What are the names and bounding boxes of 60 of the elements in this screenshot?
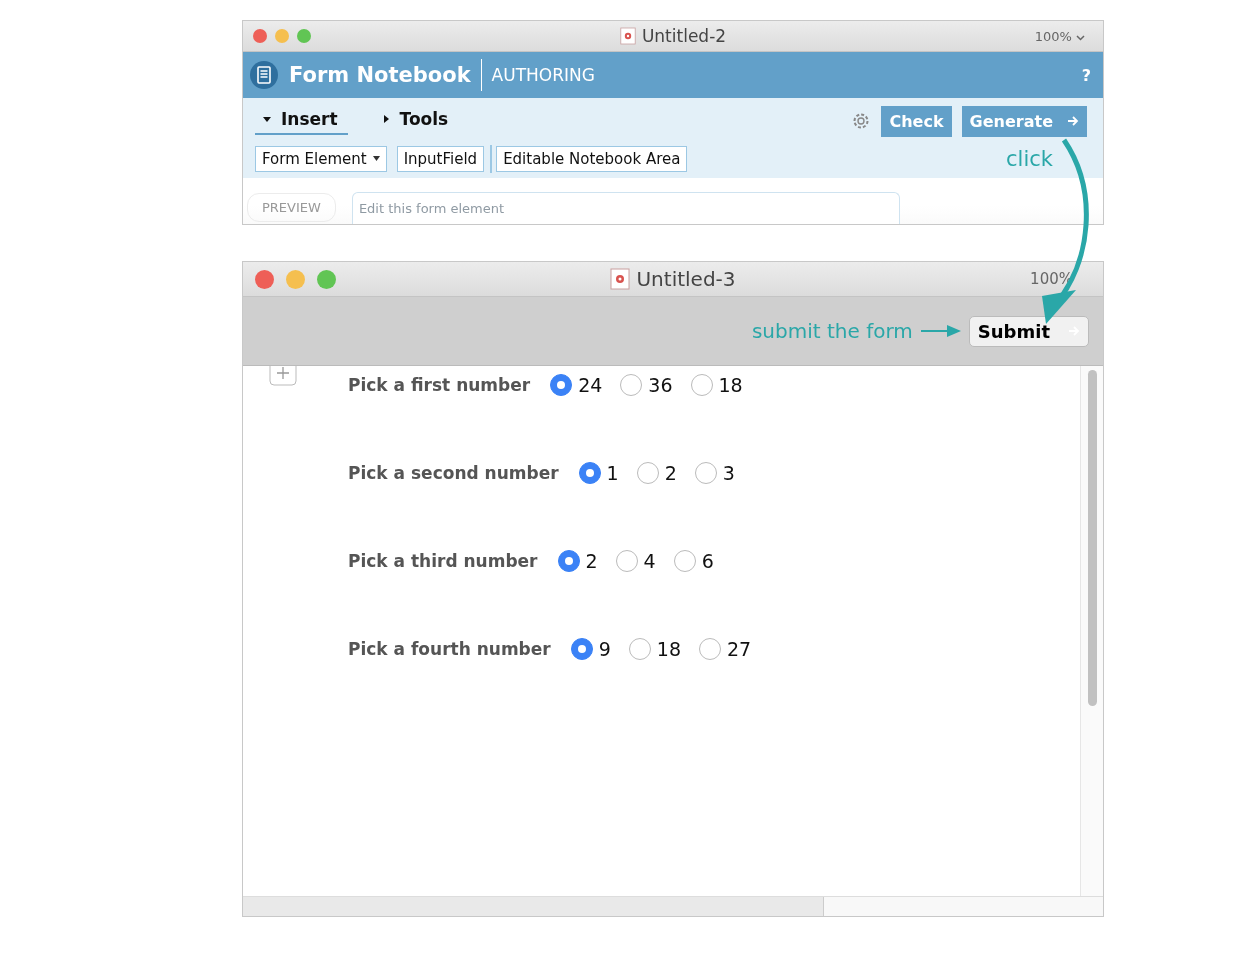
- tab[interactable]: Insert: [255, 107, 348, 135]
- scrollbar-thumb[interactable]: [1087, 370, 1097, 706]
- radio-option[interactable]: 2: [636, 462, 677, 484]
- document-icon: [619, 27, 636, 45]
- question-label: Pick a first number: [348, 375, 531, 395]
- radio-button[interactable]: [578, 462, 601, 484]
- minimize-button[interactable]: [286, 269, 305, 289]
- minimize-button[interactable]: [275, 29, 289, 43]
- app-name: Form Notebook: [289, 63, 471, 87]
- question-label: Pick a fourth number: [348, 639, 551, 659]
- notebook-icon: [249, 60, 279, 90]
- tab[interactable]: Tools: [373, 107, 459, 135]
- insert-button[interactable]: InputField: [396, 146, 485, 172]
- mode-label: AUTHORING: [491, 65, 595, 85]
- caret-icon: [372, 156, 380, 162]
- radio-button[interactable]: [694, 462, 717, 484]
- insert-button[interactable]: Editable Notebook Area: [496, 146, 688, 172]
- zoom-button[interactable]: [317, 269, 336, 289]
- document-icon: [610, 268, 631, 290]
- radio-option[interactable]: 36: [620, 374, 673, 396]
- radio-button[interactable]: [699, 638, 721, 660]
- element-dropdown[interactable]: Form Element: [255, 146, 387, 172]
- radio-button[interactable]: [557, 550, 580, 572]
- close-button[interactable]: [253, 29, 267, 43]
- radio-option[interactable]: 3: [694, 462, 735, 484]
- radio-button[interactable]: [550, 374, 573, 396]
- window-title: Untitled-2: [641, 26, 727, 46]
- submit-button[interactable]: Submit: [968, 315, 1089, 347]
- radio-button[interactable]: [636, 462, 659, 484]
- chevron-icon: [1076, 34, 1085, 41]
- radio-option[interactable]: 2: [557, 550, 598, 572]
- zoom-menu[interactable]: 100%: [1034, 28, 1085, 44]
- radio-button[interactable]: [628, 638, 651, 660]
- radio-option[interactable]: 27: [699, 638, 752, 660]
- radio-button[interactable]: [673, 550, 696, 572]
- close-button[interactable]: [255, 269, 274, 289]
- radio-option[interactable]: 1: [578, 462, 619, 484]
- radio-button[interactable]: [690, 374, 713, 396]
- scrollbar-thumb[interactable]: [243, 897, 824, 916]
- arrow-icon: [1067, 116, 1079, 126]
- radio-option[interactable]: 4: [615, 550, 656, 572]
- window-title: Untitled-3: [636, 267, 736, 291]
- radio-option[interactable]: 18: [690, 374, 743, 396]
- radio-button[interactable]: [620, 374, 643, 396]
- input-field[interactable]: Edit this form element: [351, 192, 900, 224]
- arrow-icon: [920, 325, 961, 337]
- radio-option[interactable]: 18: [628, 638, 681, 660]
- annotation-label: submit the form: [751, 319, 913, 343]
- caret-icon: [263, 115, 271, 123]
- radio-option[interactable]: 6: [673, 550, 714, 572]
- radio-button[interactable]: [570, 638, 593, 660]
- radio-option[interactable]: 24: [550, 374, 603, 396]
- question-label: Pick a third number: [348, 551, 538, 571]
- annotation-label: click: [1006, 147, 1053, 171]
- zoom-button[interactable]: [297, 29, 311, 43]
- caret-icon: [381, 115, 390, 123]
- radio-button[interactable]: [615, 550, 638, 572]
- radio-option[interactable]: 9: [570, 638, 611, 660]
- question-label: Pick a second number: [348, 463, 559, 483]
- add-icon[interactable]: [269, 366, 297, 386]
